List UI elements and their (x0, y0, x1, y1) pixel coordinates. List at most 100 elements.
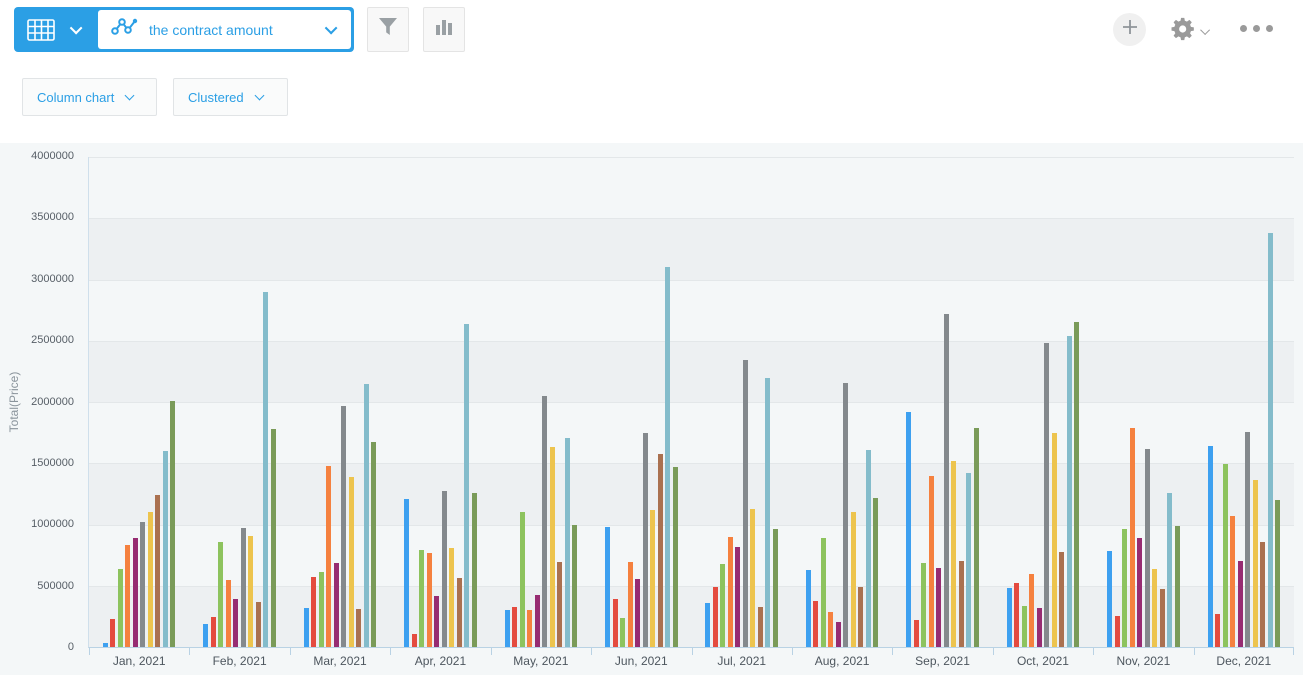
bar-brown[interactable] (1260, 542, 1265, 647)
bar-yellow[interactable] (951, 461, 956, 647)
dataset-series-picker[interactable]: the contract amount (14, 7, 354, 52)
bar-blue[interactable] (705, 603, 710, 647)
bar-orange[interactable] (929, 476, 934, 647)
bar-orange[interactable] (1029, 574, 1034, 648)
bar-green[interactable] (218, 542, 223, 647)
bar-red[interactable] (412, 634, 417, 647)
bar-gray[interactable] (743, 360, 748, 647)
bar-brown[interactable] (1059, 552, 1064, 647)
bar-orange[interactable] (1230, 516, 1235, 647)
bar-gray[interactable] (944, 314, 949, 647)
bar-teal[interactable] (1067, 336, 1072, 647)
bar-orange[interactable] (1130, 428, 1135, 647)
bar-green[interactable] (821, 538, 826, 647)
bar-blue[interactable] (103, 643, 108, 647)
add-button[interactable] (1113, 13, 1146, 46)
bar-red[interactable] (211, 617, 216, 647)
bar-green[interactable] (620, 618, 625, 647)
bar-blue[interactable] (1107, 551, 1112, 647)
bar-blue[interactable] (404, 499, 409, 647)
chevron-down-icon[interactable] (70, 22, 83, 35)
more-options-button[interactable] (1240, 25, 1273, 32)
bar-gray[interactable] (442, 491, 447, 647)
bar-yellow[interactable] (449, 548, 454, 647)
bar-orange[interactable] (728, 537, 733, 647)
bar-purple[interactable] (334, 563, 339, 647)
bar-teal[interactable] (263, 292, 268, 647)
bar-purple[interactable] (1238, 561, 1243, 647)
bar-gray[interactable] (1245, 432, 1250, 647)
bar-green[interactable] (520, 512, 525, 647)
bar-blue[interactable] (1208, 446, 1213, 647)
bar-red[interactable] (512, 607, 517, 647)
bar-green[interactable] (1223, 464, 1228, 647)
bar-brown[interactable] (256, 602, 261, 647)
bar-yellow[interactable] (1253, 480, 1258, 647)
bar-yellow[interactable] (550, 447, 555, 647)
bar-olive[interactable] (1074, 322, 1079, 647)
bar-gray[interactable] (542, 396, 547, 647)
bar-purple[interactable] (1037, 608, 1042, 647)
bar-blue[interactable] (304, 608, 309, 647)
bar-gray[interactable] (341, 406, 346, 647)
settings-button[interactable] (1170, 16, 1210, 47)
bar-brown[interactable] (155, 495, 160, 647)
bar-green[interactable] (419, 550, 424, 647)
bar-brown[interactable] (1160, 589, 1165, 647)
bar-gray[interactable] (1145, 449, 1150, 647)
table-grid-icon[interactable] (14, 19, 65, 41)
bar-gray[interactable] (140, 522, 145, 647)
bar-purple[interactable] (635, 579, 640, 647)
bar-red[interactable] (1014, 583, 1019, 647)
bar-blue[interactable] (605, 527, 610, 647)
bar-olive[interactable] (773, 529, 778, 647)
bar-green[interactable] (921, 563, 926, 647)
bar-yellow[interactable] (349, 477, 354, 647)
bar-gray[interactable] (1044, 343, 1049, 647)
bar-purple[interactable] (535, 595, 540, 647)
bar-brown[interactable] (356, 609, 361, 647)
bar-teal[interactable] (565, 438, 570, 647)
bar-red[interactable] (1215, 614, 1220, 647)
bar-brown[interactable] (457, 578, 462, 647)
bar-red[interactable] (1115, 616, 1120, 647)
bar-orange[interactable] (427, 553, 432, 647)
bar-teal[interactable] (163, 451, 168, 647)
bar-yellow[interactable] (750, 509, 755, 647)
bar-purple[interactable] (233, 599, 238, 647)
bar-teal[interactable] (1167, 493, 1172, 647)
bar-green[interactable] (1022, 606, 1027, 647)
bar-orange[interactable] (226, 580, 231, 647)
bar-orange[interactable] (628, 562, 633, 647)
bar-green[interactable] (319, 572, 324, 647)
bar-olive[interactable] (974, 428, 979, 647)
bar-blue[interactable] (203, 624, 208, 647)
bar-green[interactable] (720, 564, 725, 647)
bar-red[interactable] (813, 601, 818, 647)
series-picker-field[interactable]: the contract amount (98, 10, 351, 49)
chart-type-dropdown[interactable]: Column chart (22, 78, 157, 116)
bar-yellow[interactable] (851, 512, 856, 647)
chevron-down-icon[interactable] (325, 22, 338, 35)
bar-red[interactable] (914, 620, 919, 647)
bar-teal[interactable] (765, 378, 770, 648)
bar-teal[interactable] (464, 324, 469, 647)
bar-olive[interactable] (371, 442, 376, 647)
bar-brown[interactable] (557, 562, 562, 647)
bar-olive[interactable] (572, 525, 577, 648)
bar-yellow[interactable] (148, 512, 153, 647)
bar-teal[interactable] (1268, 233, 1273, 647)
bar-teal[interactable] (866, 450, 871, 647)
bar-blue[interactable] (505, 610, 510, 647)
bar-orange[interactable] (326, 466, 331, 647)
bar-teal[interactable] (665, 267, 670, 647)
bar-olive[interactable] (673, 467, 678, 647)
bar-green[interactable] (118, 569, 123, 647)
bar-brown[interactable] (959, 561, 964, 647)
bar-yellow[interactable] (650, 510, 655, 647)
bar-olive[interactable] (271, 429, 276, 647)
bar-purple[interactable] (836, 622, 841, 647)
bar-yellow[interactable] (1052, 433, 1057, 647)
bar-orange[interactable] (125, 545, 130, 647)
bar-yellow[interactable] (248, 536, 253, 647)
